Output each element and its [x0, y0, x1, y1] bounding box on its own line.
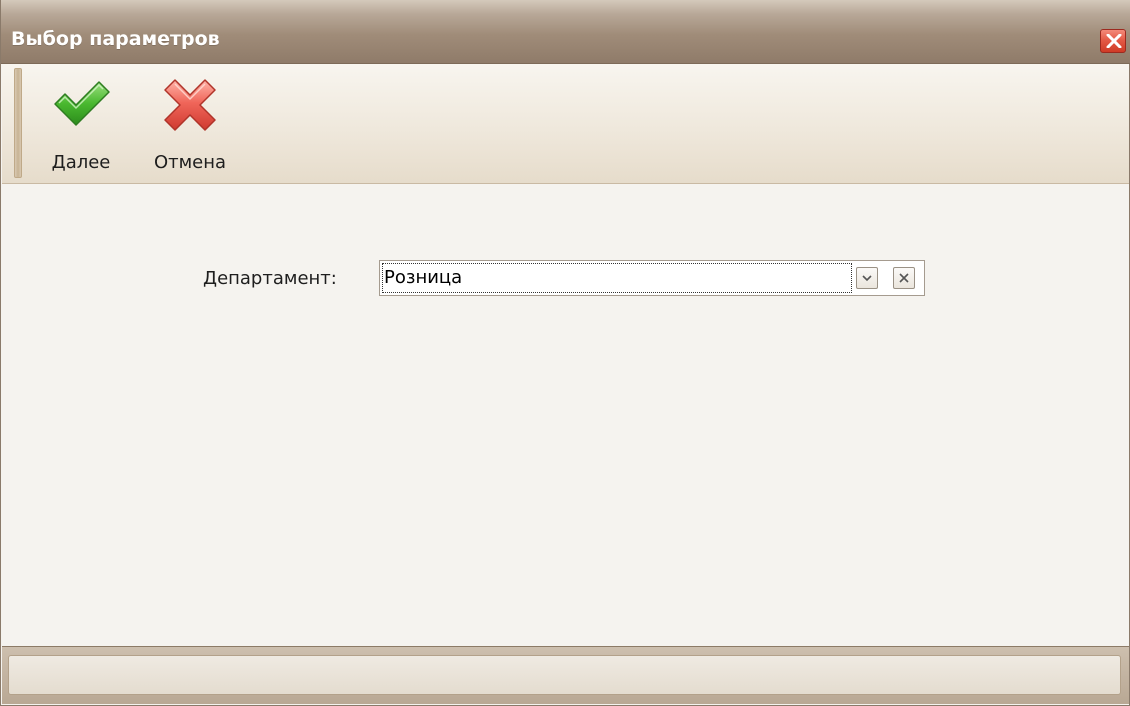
toolbar-grip-handle[interactable] [14, 68, 22, 178]
cancel-button[interactable]: Отмена [142, 72, 238, 176]
department-combobox[interactable]: Розница [379, 260, 925, 296]
department-value[interactable]: Розница [382, 263, 852, 293]
checkmark-icon [54, 81, 110, 126]
status-panel [8, 655, 1121, 695]
window-title: Выбор параметров [11, 28, 220, 50]
clear-button[interactable] [893, 267, 915, 289]
dropdown-button[interactable] [856, 267, 878, 289]
department-label: Департамент: [203, 268, 337, 289]
dialog-window: Выбор параметров Далее Отмена Департамен… [0, 0, 1130, 706]
title-bar[interactable]: Выбор параметров [1, 0, 1130, 64]
form-area: Департамент: Розница [2, 184, 1129, 646]
close-button[interactable] [1100, 29, 1126, 53]
next-button-label: Далее [51, 152, 111, 173]
cancel-button-label: Отмена [153, 152, 227, 173]
chevron-down-icon [862, 275, 872, 282]
close-icon [1106, 34, 1122, 48]
next-button[interactable]: Далее [36, 72, 126, 176]
status-bar [2, 646, 1129, 704]
clear-icon [899, 273, 909, 283]
cross-icon [164, 79, 216, 131]
toolbar: Далее Отмена [2, 64, 1129, 184]
